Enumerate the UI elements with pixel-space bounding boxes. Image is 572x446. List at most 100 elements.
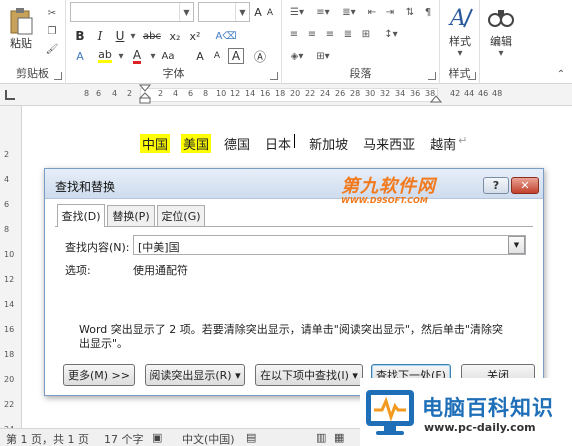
subscript-button[interactable]: x₂ (166, 28, 184, 44)
read-mode-icon[interactable]: ▥ (316, 431, 326, 444)
help-button[interactable]: ? (483, 177, 509, 194)
justify-icon[interactable]: ≣ (340, 26, 356, 42)
styles-icon: A (448, 6, 473, 31)
copy-icon[interactable]: ❐ (44, 24, 60, 38)
borders-icon[interactable]: ⊞▾ (312, 48, 334, 64)
document-word: 日本 (265, 138, 292, 153)
shrink-font-2-button[interactable]: A (210, 48, 224, 64)
paste-button[interactable] (6, 4, 36, 38)
ruler-tick-label: 30 (365, 89, 376, 98)
chevron-down-icon[interactable]: ▾ (148, 48, 158, 64)
page-count[interactable]: 第 1 页，共 1 页 (6, 431, 89, 446)
dialog-titlebar[interactable]: 查找和替换 第九软件网 WWW.D9SOFT.COM ? ✕ (45, 169, 543, 205)
font-group-label: 字体 (162, 67, 185, 80)
options-label: 选项: (65, 264, 91, 277)
superscript-button[interactable]: x² (186, 28, 204, 44)
styles-button[interactable]: A (446, 2, 476, 32)
char-border-icon[interactable]: A (228, 48, 244, 64)
macro-icon[interactable]: ▤ (246, 431, 256, 444)
proofing-icon[interactable]: ▣ (152, 431, 162, 444)
ruler-tick-label: 24 (320, 89, 331, 98)
collapse-ribbon-icon[interactable]: ⌃ (554, 68, 568, 80)
chevron-down-icon[interactable]: ▼ (235, 3, 249, 21)
shading-icon[interactable]: ◈▾ (286, 48, 308, 64)
indent-marker-icon[interactable] (139, 84, 151, 106)
chevron-down-icon[interactable]: ▼ (508, 236, 525, 254)
underline-button[interactable]: U (112, 28, 128, 44)
clear-format-icon[interactable]: A⌫ (216, 28, 237, 44)
align-right-icon[interactable]: ≡ (322, 26, 338, 42)
change-case-button[interactable]: Aa (160, 48, 176, 64)
find-what-input[interactable]: [中美]国 (133, 235, 526, 255)
vruler-tick-label: 6 (4, 200, 10, 209)
show-marks-icon[interactable]: ¶ (420, 4, 436, 20)
find-in-button[interactable]: 在以下项中查找(I) ▾ (255, 364, 363, 386)
chevron-down-icon[interactable]: ▼ (179, 3, 193, 21)
format-painter-icon[interactable]: 🖌 (44, 42, 60, 56)
tab-selector-icon[interactable] (5, 90, 15, 100)
text-effects-icon[interactable]: A (72, 48, 88, 64)
document-text-line[interactable]: 中国 美国 德国 日本 新加坡 马来西亚 越南 ↵ (140, 134, 467, 153)
language[interactable]: 中文(中国) (182, 431, 235, 446)
paragraph-launcher-icon[interactable] (428, 72, 436, 80)
align-center-icon[interactable]: ≡ (304, 26, 320, 42)
italic-button[interactable]: I (92, 28, 108, 44)
reading-highlight-button[interactable]: 阅读突出显示(R) ▾ (145, 364, 245, 386)
tab-goto[interactable]: 定位(G) (157, 205, 205, 226)
bullets-icon[interactable]: ☰▾ (286, 4, 308, 20)
chevron-down-icon[interactable]: ▾ (128, 28, 138, 44)
decrease-indent-icon[interactable]: ⇤ (364, 4, 380, 20)
close-icon[interactable]: ✕ (511, 177, 539, 194)
horizontal-ruler[interactable]: 8 6 4 2 2 4 6 8 10 12 14 16 18 20 22 24 26 28 30 32 34 36 38 42… (0, 84, 572, 106)
shrink-font-button[interactable]: A (264, 6, 276, 20)
grow-font-2-button[interactable]: A (192, 48, 208, 64)
ruler-tick-label: 12 (230, 89, 241, 98)
vruler-tick-label: 2 (4, 150, 10, 159)
ruler-tick-label: 2 (127, 89, 133, 98)
font-size-field[interactable]: ▼ (198, 2, 250, 22)
char-shading-icon[interactable]: Ⓐ (252, 48, 268, 64)
bold-button[interactable]: B (72, 28, 88, 44)
distributed-icon[interactable]: ⊞ (358, 26, 374, 42)
increase-indent-icon[interactable]: ⇥ (382, 4, 398, 20)
font-name-field[interactable]: ▼ (70, 2, 194, 22)
editing-button[interactable] (486, 2, 516, 32)
tab-panel-border (55, 226, 533, 227)
clipboard-launcher-icon[interactable] (54, 72, 62, 80)
align-left-icon[interactable]: ≡ (286, 26, 302, 42)
sort-icon[interactable]: ⇅ (402, 4, 418, 20)
tab-replace[interactable]: 替换(P) (107, 205, 155, 226)
options-value: 使用通配符 (133, 264, 188, 277)
highlight-color-button[interactable]: ab (96, 48, 114, 64)
font-launcher-icon[interactable] (270, 72, 278, 80)
tab-find[interactable]: 查找(D) (57, 204, 105, 227)
font-color-button[interactable]: A (128, 48, 146, 64)
chevron-down-icon[interactable]: ▾ (116, 48, 126, 64)
styles-launcher-icon[interactable] (468, 72, 476, 80)
word-count[interactable]: 17 个字 (104, 431, 144, 446)
vertical-ruler[interactable]: 24681012141618202224 (0, 106, 22, 434)
print-layout-icon[interactable]: ▦ (334, 431, 344, 444)
multilevel-list-icon[interactable]: ≣▾ (338, 4, 360, 20)
line-spacing-icon[interactable]: ↕▾ (380, 26, 402, 42)
ruler-tick-label: 4 (173, 89, 179, 98)
strikethrough-button[interactable]: abc (140, 28, 164, 44)
ruler-tick-label: 44 (464, 89, 475, 98)
highlight-status-message: Word 突出显示了 2 项。若要清除突出显示，请单击"阅读突出显示"，然后单击… (79, 323, 503, 350)
right-indent-marker-icon[interactable] (430, 94, 442, 104)
document-word: 马来西亚 (363, 138, 416, 153)
ruler-tick-label: 48 (492, 89, 503, 98)
monitor-logo-icon (366, 390, 414, 435)
ruler-tick-label: 22 (305, 89, 316, 98)
more-button[interactable]: 更多(M) >> (63, 364, 135, 386)
numbering-icon[interactable]: ≡▾ (312, 4, 334, 20)
find-replace-dialog: 查找和替换 第九软件网 WWW.D9SOFT.COM ? ✕ 查找(D) 替换(… (44, 168, 544, 396)
cut-icon[interactable]: ✂ (44, 6, 60, 20)
chevron-down-icon[interactable]: ▾ (452, 48, 468, 59)
chevron-down-icon[interactable]: ▾ (493, 48, 509, 59)
grow-font-button[interactable]: A (252, 4, 264, 20)
paragraph-group: ☰▾ ≡▾ ≣▾ ⇤ ⇥ ⇅ ¶ ≡ ≡ ≡ ≣ ⊞ ↕▾ ◈▾ ⊞▾ 段落 (282, 0, 440, 84)
